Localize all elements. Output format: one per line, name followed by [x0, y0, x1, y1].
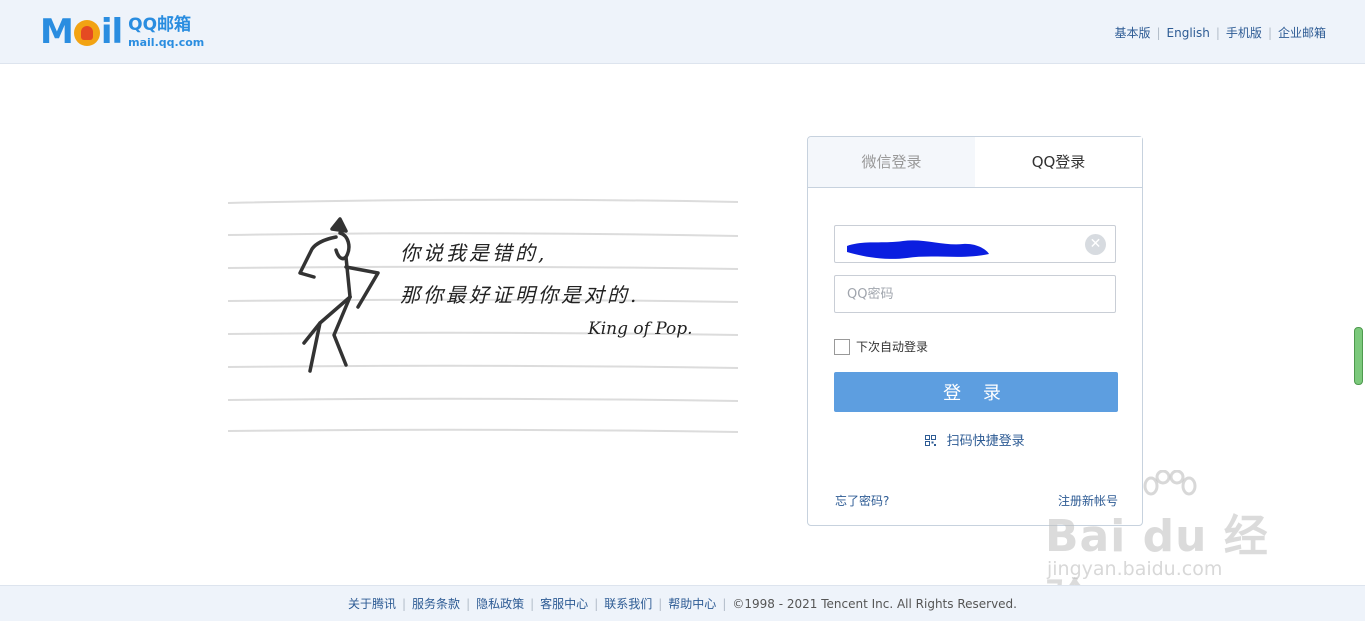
footer-link-customer-service[interactable]: 客服中心 — [540, 595, 588, 612]
footer-link-help[interactable]: 帮助中心 — [668, 595, 716, 612]
separator: | — [658, 596, 663, 611]
username-field[interactable]: ✕ — [834, 225, 1116, 263]
dancer-stick-figure — [298, 217, 380, 373]
top-header: Mil QQ邮箱 mail.qq.com 基本版 | English | 手机版… — [0, 0, 1365, 64]
quote-line-1: 你说我是错的, — [400, 241, 548, 265]
password-field[interactable] — [834, 275, 1116, 313]
qq-mail-logo[interactable]: Mil QQ邮箱 mail.qq.com — [40, 14, 204, 50]
footer-link-terms[interactable]: 服务条款 — [412, 595, 460, 612]
link-enterprise-mail[interactable]: 企业邮箱 — [1278, 24, 1326, 41]
clear-icon[interactable]: ✕ — [1085, 234, 1106, 255]
logo-domain: mail.qq.com — [128, 35, 205, 49]
footer-link-contact[interactable]: 联系我们 — [604, 595, 652, 612]
copyright-text: ©1998 - 2021 Tencent Inc. All Rights Res… — [732, 596, 1017, 611]
separator: | — [466, 596, 471, 611]
footer-link-privacy[interactable]: 隐私政策 — [476, 595, 524, 612]
version-links: 基本版 | English | 手机版 | 企业邮箱 — [1114, 24, 1326, 41]
notebook-lines-drawing — [228, 198, 738, 433]
qr-login-label: 扫码快捷登录 — [946, 434, 1025, 449]
watermark-domain: jingyan.baidu.com — [1047, 558, 1223, 580]
forgot-password-link[interactable]: 忘了密码? — [835, 492, 889, 509]
footer-link-about-tencent[interactable]: 关于腾讯 — [348, 595, 396, 612]
separator: | — [1156, 25, 1161, 40]
king-of-pop-illustration: 你说我是错的, 那你最好证明你是对的. King of Pop. — [228, 195, 738, 440]
link-basic-version[interactable]: 基本版 — [1114, 24, 1150, 41]
separator: | — [722, 596, 727, 611]
baidu-jingyan-watermark: Bai du 经验 jingyan.baidu.com — [1045, 470, 1305, 626]
logo-letter-m: M — [40, 12, 74, 52]
separator: | — [594, 596, 599, 611]
separator: | — [1215, 25, 1220, 40]
side-scroll-widget[interactable] — [1354, 327, 1363, 385]
qr-code-icon — [925, 435, 937, 446]
login-button[interactable]: 登 录 — [834, 372, 1118, 412]
logo-title: QQ邮箱 — [128, 14, 192, 35]
remember-me[interactable]: 下次自动登录 — [834, 338, 928, 355]
separator: | — [402, 596, 407, 611]
login-panel: 微信登录 QQ登录 ✕ 下次自动登录 登 录 扫码快捷登录 忘了密码? 注册新帐… — [807, 136, 1143, 526]
password-input[interactable] — [835, 276, 1099, 312]
separator: | — [1267, 25, 1272, 40]
redaction-scribble — [847, 240, 989, 259]
login-tabs: 微信登录 QQ登录 — [808, 137, 1142, 188]
logo-text: QQ邮箱 mail.qq.com — [128, 14, 205, 49]
link-english[interactable]: English — [1167, 26, 1210, 40]
logo-mail-word: Mil — [40, 12, 123, 52]
page-footer: 关于腾讯 | 服务条款 | 隐私政策 | 客服中心 | 联系我们 | 帮助中心 … — [0, 585, 1365, 621]
quote-signature: King of Pop. — [588, 319, 693, 339]
qr-code-login-link[interactable]: 扫码快捷登录 — [808, 430, 1142, 449]
remember-me-checkbox[interactable] — [834, 338, 850, 355]
logo-bell-icon — [73, 20, 100, 46]
tab-qq-login[interactable]: QQ登录 — [975, 137, 1142, 187]
link-mobile-version[interactable]: 手机版 — [1226, 24, 1262, 41]
remember-me-label: 下次自动登录 — [856, 340, 929, 354]
separator: | — [530, 596, 535, 611]
tab-wechat-login[interactable]: 微信登录 — [808, 137, 975, 187]
quote-line-2: 那你最好证明你是对的. — [400, 283, 640, 307]
logo-letters-il: il — [100, 12, 123, 52]
